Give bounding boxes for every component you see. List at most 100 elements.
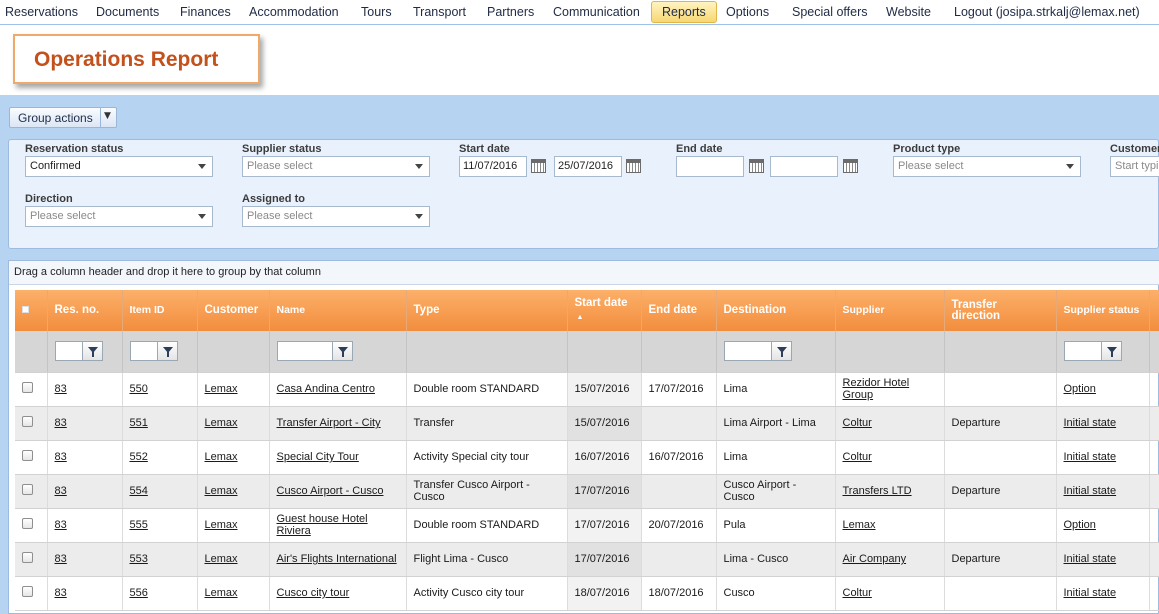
name-link[interactable]: Transfer Airport - City: [277, 417, 381, 429]
item-id-link[interactable]: 552: [130, 451, 148, 463]
customer-link[interactable]: Lemax: [205, 519, 238, 531]
column-header-supplier[interactable]: Supplier: [835, 290, 945, 331]
nav-logout[interactable]: Logout (josipa.strkalj@lemax.net): [954, 1, 1140, 23]
res-no-link[interactable]: 83: [55, 485, 67, 497]
supplier-status-select[interactable]: Please select: [242, 156, 430, 177]
supplier-link[interactable]: Coltur: [843, 417, 872, 429]
res-no-link[interactable]: 83: [55, 519, 67, 531]
item-id-link[interactable]: 550: [130, 383, 148, 395]
name-link[interactable]: Guest house Hotel Riviera: [277, 513, 368, 537]
nav-reservations[interactable]: Reservations: [5, 1, 78, 23]
name-link[interactable]: Cusco city tour: [277, 587, 350, 599]
res-no-link[interactable]: 83: [55, 587, 67, 599]
customer-link[interactable]: Lemax: [205, 383, 238, 395]
table-row[interactable]: 83 553 Lemax Air's Flights International Fli…: [15, 542, 1159, 577]
filter-icon[interactable]: [82, 341, 103, 362]
table-row[interactable]: 83 554 Lemax Cusco Airport - Cusco Transfer …: [15, 474, 1159, 509]
column-header-start-date[interactable]: Start date ▲: [567, 290, 642, 331]
row-checkbox[interactable]: [22, 416, 33, 427]
customer-link[interactable]: Lemax: [205, 553, 238, 565]
name-link[interactable]: Air's Flights International: [277, 553, 397, 565]
nav-communication[interactable]: Communication: [553, 1, 640, 23]
column-header-type[interactable]: Type: [406, 290, 568, 331]
calendar-icon[interactable]: [626, 159, 641, 173]
supplier-status-link[interactable]: Initial state: [1064, 587, 1117, 599]
table-row[interactable]: 83 551 Lemax Transfer Airport - City Transfe…: [15, 406, 1159, 441]
start-date-to-input[interactable]: 25/07/2016: [554, 156, 622, 177]
column-header-transfer-direction[interactable]: Transfer direction: [944, 290, 1057, 331]
row-checkbox[interactable]: [22, 552, 33, 563]
filter-icon[interactable]: [1101, 341, 1122, 362]
row-checkbox[interactable]: [22, 450, 33, 461]
res-no-filter-input[interactable]: [54, 341, 83, 362]
item-id-filter-input[interactable]: [129, 341, 158, 362]
supplier-status-link[interactable]: Option: [1064, 383, 1096, 395]
nav-options[interactable]: Options: [726, 1, 769, 23]
calendar-icon[interactable]: [749, 159, 764, 173]
name-link[interactable]: Cusco Airport - Cusco: [277, 485, 384, 497]
calendar-icon[interactable]: [531, 159, 546, 173]
start-date-from-input[interactable]: 11/07/2016: [459, 156, 527, 177]
item-id-link[interactable]: 555: [130, 519, 148, 531]
table-row[interactable]: 83 555 Lemax Guest house Hotel Riviera Doubl…: [15, 508, 1159, 543]
row-checkbox[interactable]: [22, 484, 33, 495]
select-all-checkbox[interactable]: [22, 306, 29, 313]
supplier-status-link[interactable]: Option: [1064, 519, 1096, 531]
nav-transport[interactable]: Transport: [413, 1, 466, 23]
direction-select[interactable]: Please select: [25, 206, 213, 227]
destination-filter-input[interactable]: [723, 341, 772, 362]
supplier-link[interactable]: Coltur: [843, 451, 872, 463]
table-row[interactable]: 83 556 Lemax Cusco city tour Activity Cusco …: [15, 576, 1159, 611]
row-checkbox[interactable]: [22, 382, 33, 393]
nav-accommodation[interactable]: Accommodation: [249, 1, 339, 23]
chevron-down-icon[interactable]: ▼: [104, 111, 111, 121]
nav-finances[interactable]: Finances: [180, 1, 231, 23]
column-header-supplier-status[interactable]: Supplier status: [1056, 290, 1150, 331]
res-no-link[interactable]: 83: [55, 383, 67, 395]
filter-icon[interactable]: [771, 341, 792, 362]
group-actions-button[interactable]: Group actions ▼: [9, 107, 117, 128]
table-row[interactable]: 83 552 Lemax Special City Tour Activity Spec…: [15, 440, 1159, 475]
column-header-destination[interactable]: Destination: [716, 290, 836, 331]
customer-link[interactable]: Lemax: [205, 417, 238, 429]
supplier-link[interactable]: Transfers LTD: [843, 485, 912, 497]
column-header-name[interactable]: Name: [269, 290, 407, 331]
supplier-status-link[interactable]: Initial state: [1064, 417, 1117, 429]
reservation-status-select[interactable]: Confirmed: [25, 156, 213, 177]
item-id-link[interactable]: 551: [130, 417, 148, 429]
nav-tours[interactable]: Tours: [361, 1, 392, 23]
filter-icon[interactable]: [157, 341, 178, 362]
name-link[interactable]: Special City Tour: [277, 451, 359, 463]
column-header-res-no[interactable]: Res. no.: [47, 290, 123, 331]
res-no-link[interactable]: 83: [55, 553, 67, 565]
supplier-status-link[interactable]: Initial state: [1064, 485, 1117, 497]
supplier-status-link[interactable]: Initial state: [1064, 451, 1117, 463]
column-header-customer[interactable]: Customer: [197, 290, 270, 331]
end-date-to-input[interactable]: [770, 156, 838, 177]
row-checkbox[interactable]: [22, 518, 33, 529]
nav-partners[interactable]: Partners: [487, 1, 534, 23]
item-id-link[interactable]: 554: [130, 485, 148, 497]
column-header-item-id[interactable]: Item ID: [122, 290, 198, 331]
customer-input[interactable]: Start typing: [1110, 156, 1159, 177]
row-checkbox[interactable]: [22, 586, 33, 597]
table-row[interactable]: 83 550 Lemax Casa Andina Centro Double room …: [15, 372, 1159, 407]
nav-website[interactable]: Website: [886, 1, 931, 23]
supplier-status-link[interactable]: Initial state: [1064, 553, 1117, 565]
group-drop-area[interactable]: Drag a column header and drop it here to…: [9, 261, 1159, 285]
product-type-select[interactable]: Please select: [893, 156, 1081, 177]
item-id-link[interactable]: 556: [130, 587, 148, 599]
res-no-link[interactable]: 83: [55, 451, 67, 463]
supplier-link[interactable]: Air Company: [843, 553, 907, 565]
customer-link[interactable]: Lemax: [205, 587, 238, 599]
name-filter-input[interactable]: [276, 341, 333, 362]
customer-link[interactable]: Lemax: [205, 451, 238, 463]
calendar-icon[interactable]: [843, 159, 858, 173]
select-all-header[interactable]: [15, 290, 48, 331]
end-date-from-input[interactable]: [676, 156, 744, 177]
name-link[interactable]: Casa Andina Centro: [277, 383, 375, 395]
nav-special-offers[interactable]: Special offers: [792, 1, 868, 23]
res-no-link[interactable]: 83: [55, 417, 67, 429]
item-id-link[interactable]: 553: [130, 553, 148, 565]
column-header-end-date[interactable]: End date: [641, 290, 717, 331]
